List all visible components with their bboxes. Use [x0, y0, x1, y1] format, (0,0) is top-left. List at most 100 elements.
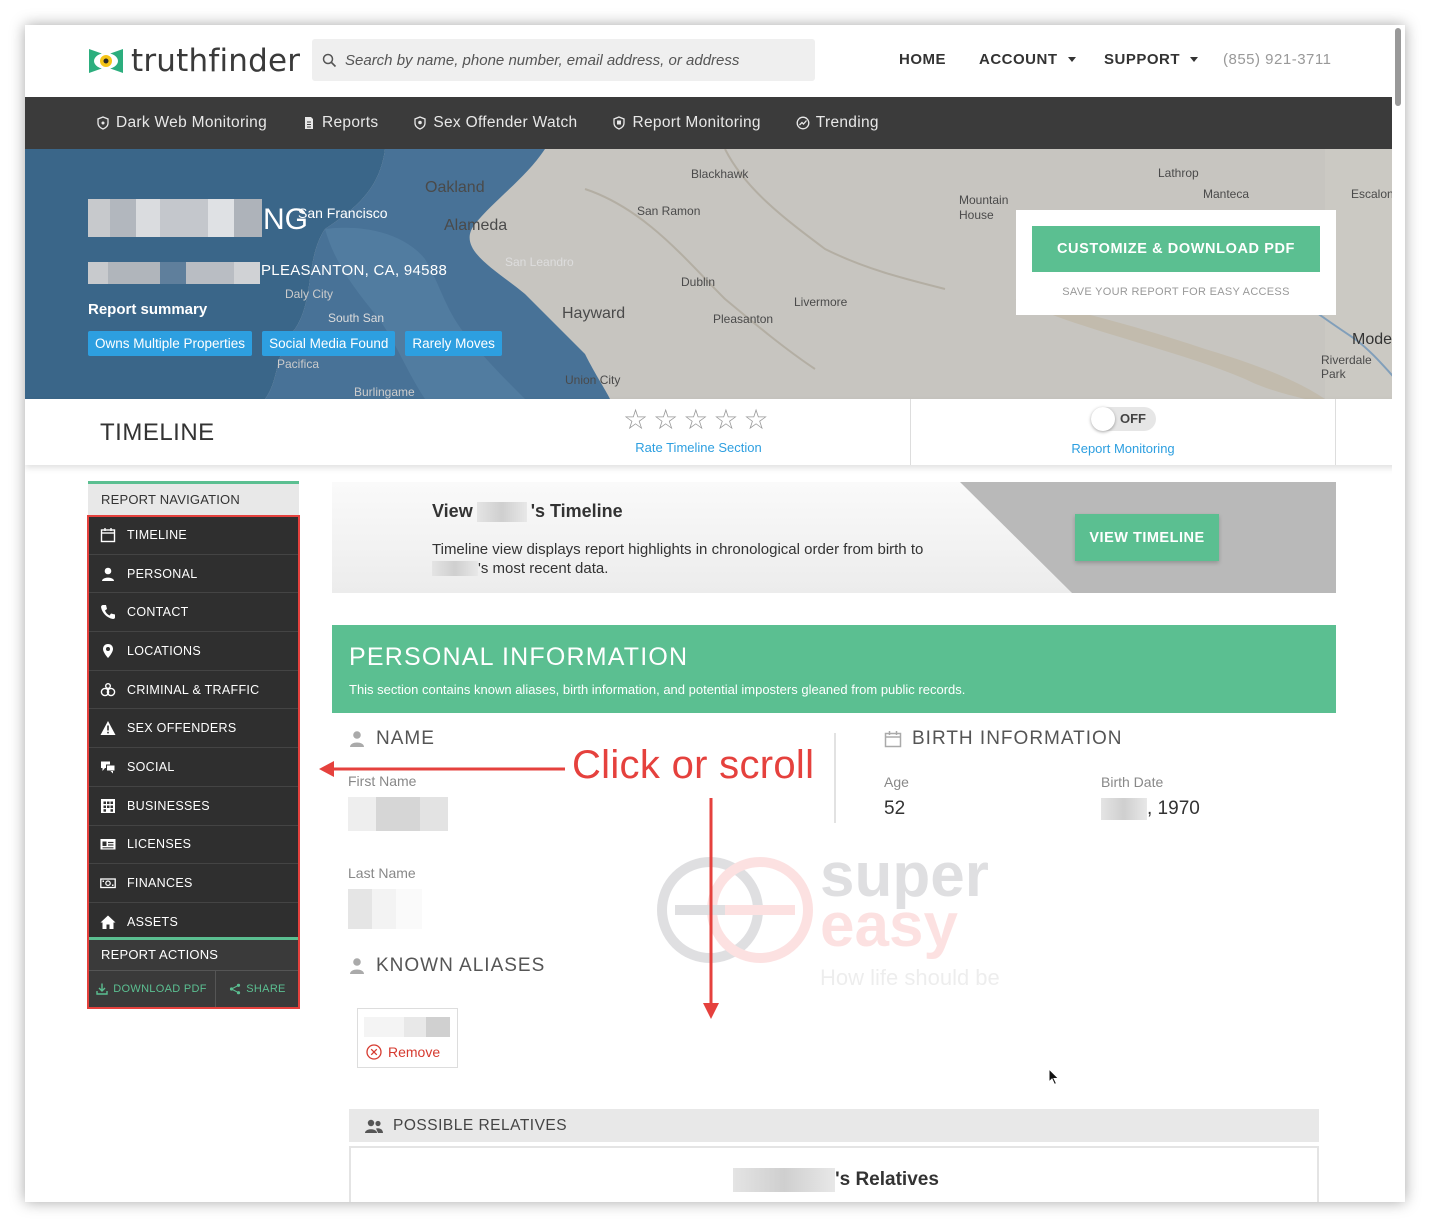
- star-icon[interactable]: ☆: [743, 403, 768, 437]
- star-icon[interactable]: ☆: [683, 403, 708, 437]
- subnav-reports[interactable]: Reports: [302, 114, 378, 132]
- nav-item-social[interactable]: SOCIAL: [88, 748, 299, 787]
- pdf-panel: CUSTOMIZE & DOWNLOAD PDF SAVE YOUR REPOR…: [1016, 210, 1336, 315]
- map-label: San Francisco: [298, 205, 388, 221]
- badge-rarely-moves[interactable]: Rarely Moves: [405, 331, 502, 356]
- star-icon[interactable]: ☆: [653, 403, 678, 437]
- star-icon[interactable]: ☆: [623, 403, 648, 437]
- search-bar[interactable]: [312, 39, 815, 81]
- nav-item-personal[interactable]: PERSONAL: [88, 554, 299, 594]
- nav-item-label: FINANCES: [127, 876, 193, 891]
- browser-frame: truthfinder HOME ACCOUNT SUPPORT (855) 9…: [25, 25, 1405, 1202]
- map-label: Alameda: [444, 217, 508, 234]
- building-icon: [101, 798, 115, 813]
- nav-support[interactable]: SUPPORT: [1104, 51, 1199, 68]
- age-value: 52: [884, 798, 906, 819]
- badge-social-media-found[interactable]: Social Media Found: [262, 331, 396, 356]
- toggle-state: OFF: [1120, 411, 1146, 426]
- search-input[interactable]: [345, 51, 805, 69]
- nav-account-label: ACCOUNT: [979, 51, 1058, 68]
- nav-item-timeline[interactable]: TIMELINE: [88, 516, 299, 555]
- divider: [910, 399, 911, 465]
- nav-item-criminal-traffic[interactable]: CRIMINAL & TRAFFIC: [88, 670, 299, 710]
- share-button[interactable]: SHARE: [216, 971, 299, 1007]
- nav-item-licenses[interactable]: LICENSES: [88, 825, 299, 865]
- scrollbar-thumb[interactable]: [1395, 28, 1401, 106]
- nav-account[interactable]: ACCOUNT: [979, 51, 1076, 68]
- map-label: Burlingame: [354, 385, 415, 399]
- map-label: Livermore: [794, 295, 848, 309]
- map-label: South San: [328, 311, 385, 325]
- nav-item-label: SEX OFFENDERS: [127, 721, 237, 736]
- nav-item-label: TIMELINE: [127, 527, 188, 542]
- star-icon[interactable]: ☆: [713, 403, 738, 437]
- nav-item-label: LICENSES: [127, 837, 192, 852]
- report-monitoring-toggle[interactable]: OFF: [1091, 407, 1156, 431]
- relatives-heading-label: POSSIBLE RELATIVES: [393, 1116, 568, 1134]
- relatives-title-suffix: 's Relatives: [835, 1169, 939, 1190]
- nav-item-label: CONTACT: [127, 605, 189, 620]
- secondary-nav: Dark Web Monitoring Reports Sex Offender…: [25, 97, 1405, 149]
- close-circle-icon: [366, 1044, 382, 1060]
- report-address: PLEASANTON, CA, 94588: [261, 262, 448, 279]
- subnav-trending[interactable]: Trending: [796, 114, 879, 132]
- nav-item-finances[interactable]: FINANCES: [88, 864, 299, 903]
- subnav-sex-offender-watch[interactable]: Sex Offender Watch: [413, 114, 577, 132]
- nav-item-businesses[interactable]: BUSINESSES: [88, 786, 299, 826]
- shield-check-icon: [613, 116, 626, 130]
- nav-item-assets[interactable]: ASSETS: [88, 902, 299, 942]
- star-rating[interactable]: ☆ ☆ ☆ ☆ ☆: [623, 403, 769, 437]
- remove-alias-button[interactable]: Remove: [366, 1044, 440, 1060]
- birth-year: , 1970: [1147, 798, 1200, 819]
- home-icon: [100, 915, 116, 929]
- map-label: Manteca: [1203, 187, 1250, 201]
- phone-icon: [101, 605, 115, 620]
- download-pdf-label: DOWNLOAD PDF: [113, 983, 207, 995]
- nav-item-label: SOCIAL: [127, 759, 175, 774]
- shield-icon: [97, 116, 109, 130]
- people-icon: [365, 1119, 383, 1133]
- rate-section-link[interactable]: Rate Timeline Section: [621, 440, 776, 455]
- mouse-cursor-icon: [1048, 1068, 1060, 1086]
- report-monitoring-link[interactable]: Report Monitoring: [1048, 441, 1198, 456]
- redacted-first-name-value: [348, 797, 448, 831]
- redacted-first-name: [432, 561, 478, 576]
- possible-relatives-heading: POSSIBLE RELATIVES: [349, 1109, 1319, 1142]
- view-timeline-button[interactable]: VIEW TIMELINE: [1075, 514, 1219, 561]
- relatives-title: 's Relatives: [351, 1168, 1321, 1192]
- vertical-scrollbar[interactable]: [1392, 25, 1405, 1202]
- map-label: Union City: [565, 373, 621, 387]
- truthfinder-logo[interactable]: truthfinder: [87, 41, 300, 81]
- nav-home[interactable]: HOME: [899, 51, 946, 68]
- personal-information-title: PERSONAL INFORMATION: [349, 643, 689, 671]
- last-name-label: Last Name: [348, 865, 416, 881]
- map-pin-icon: [103, 643, 113, 658]
- timeline-promo: View 's Timeline Timeline view displays …: [332, 482, 1336, 593]
- nav-item-label: CRIMINAL & TRAFFIC: [127, 682, 260, 697]
- share-icon: [230, 983, 241, 995]
- subnav-dark-web-monitoring[interactable]: Dark Web Monitoring: [96, 114, 267, 132]
- report-actions: DOWNLOAD PDF SHARE: [88, 970, 299, 1007]
- first-name-label: First Name: [348, 773, 417, 789]
- support-phone[interactable]: (855) 921-3711: [1223, 51, 1331, 68]
- subnav-report-monitoring[interactable]: Report Monitoring: [612, 114, 760, 132]
- map-label: Dublin: [681, 275, 716, 289]
- report-navigation: TIMELINE PERSONAL CONTACT LOCATIONS CRIM…: [88, 516, 299, 942]
- nav-item-sex-offenders[interactable]: SEX OFFENDERS: [88, 709, 299, 749]
- annotation-text: Click or scroll: [572, 743, 815, 787]
- redacted-street: [88, 262, 260, 284]
- nav-item-contact[interactable]: CONTACT: [88, 593, 299, 633]
- customize-download-pdf-button[interactable]: CUSTOMIZE & DOWNLOAD PDF: [1032, 226, 1320, 272]
- id-card-icon: [100, 839, 116, 850]
- section-title: TIMELINE: [100, 419, 215, 446]
- download-icon: [96, 983, 108, 995]
- nav-item-locations[interactable]: LOCATIONS: [88, 632, 299, 671]
- personal-information-subtitle: This section contains known aliases, bir…: [349, 682, 966, 697]
- report-hero: Oakland San Francisco Alameda Blackhawk …: [25, 149, 1405, 399]
- redacted-first-name: [476, 501, 527, 522]
- person-icon: [350, 731, 364, 747]
- badge-owns-multiple-properties[interactable]: Owns Multiple Properties: [88, 331, 253, 356]
- birth-date-label: Birth Date: [1101, 774, 1164, 790]
- personal-information-body: NAME First Name Last Name BIRTH INFORMAT…: [332, 713, 1336, 1202]
- download-pdf-button[interactable]: DOWNLOAD PDF: [88, 971, 216, 1007]
